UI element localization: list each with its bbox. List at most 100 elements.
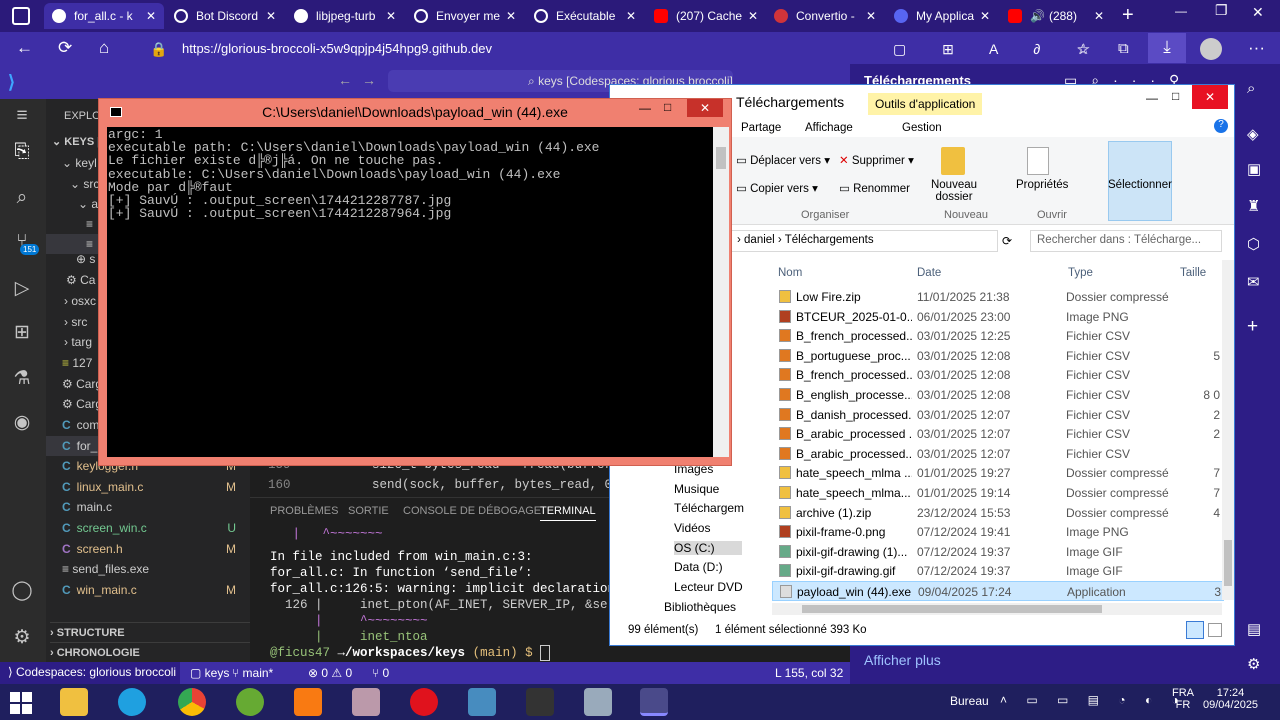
avatar[interactable] xyxy=(1200,38,1222,60)
language-indicator[interactable]: FRA FR xyxy=(1172,687,1194,711)
minimize-button[interactable]: — xyxy=(639,101,651,115)
maximize-button[interactable]: □ xyxy=(664,100,671,114)
remote-indicator[interactable]: ⟩ Codespaces: glorious broccoli xyxy=(0,662,180,684)
chrome-icon[interactable] xyxy=(178,688,206,716)
close-tab-icon[interactable]: ✕ xyxy=(742,9,758,23)
add-icon[interactable]: + xyxy=(1247,316,1258,338)
tab-manage[interactable]: Gestion xyxy=(902,122,942,134)
close-tab-icon[interactable]: ✕ xyxy=(260,9,276,23)
briefcase-icon[interactable]: ▣ xyxy=(1247,160,1261,178)
close-tab-icon[interactable]: ✕ xyxy=(140,9,156,23)
winrar-icon[interactable] xyxy=(352,688,380,716)
tab-terminal[interactable]: TERMINAL xyxy=(540,505,596,521)
nav-dvd[interactable]: Lecteur DVD R xyxy=(674,580,744,594)
file-row[interactable]: B_arabic_processed ... 03/01/2025 12:07 Fi… xyxy=(772,424,1224,444)
new-tab-button[interactable]: + xyxy=(1122,4,1134,27)
maximize-button[interactable]: □ xyxy=(1172,89,1179,103)
extensions-icon[interactable]: ⊞ xyxy=(10,321,34,344)
repo-name[interactable]: ▢ keys xyxy=(190,666,229,680)
maximize-button[interactable]: ❐ xyxy=(1215,2,1228,19)
browser-tab[interactable]: 🔊 (288) ✕ xyxy=(1000,3,1112,29)
show-more-link[interactable]: Afficher plus xyxy=(864,652,941,668)
minimize-button[interactable]: — xyxy=(1146,91,1158,105)
nav-back-icon[interactable]: ← xyxy=(338,72,352,88)
nav-libraries[interactable]: Bibliothèques xyxy=(664,600,736,614)
close-button[interactable]: ✕ xyxy=(1192,85,1228,109)
run-debug-icon[interactable]: ▷ xyxy=(10,277,34,300)
file-row[interactable]: pixil-frame-0.png 07/12/2024 19:41 Image P… xyxy=(772,522,1224,542)
github-icon[interactable]: ◉ xyxy=(10,411,34,434)
panel-icon[interactable]: ▤ xyxy=(1247,620,1261,638)
home-icon[interactable]: ⌂ xyxy=(99,38,109,58)
tab-problems[interactable]: PROBLÈMES xyxy=(270,505,338,517)
start-icon[interactable] xyxy=(10,692,32,714)
column-size[interactable]: Taille xyxy=(1180,267,1206,279)
help-icon[interactable]: ? xyxy=(1214,119,1228,133)
details-view-icon[interactable] xyxy=(1186,621,1204,639)
file-row[interactable]: pixil-gif-drawing.gif 07/12/2024 19:37 Ima… xyxy=(772,561,1224,581)
timeline-section[interactable]: › CHRONOLOGIE xyxy=(50,642,254,662)
nav-videos[interactable]: Vidéos xyxy=(674,521,710,535)
breadcrumb-item[interactable]: › daniel › Téléchargements xyxy=(737,234,874,246)
minecraft-icon[interactable] xyxy=(526,688,554,716)
close-button[interactable]: ✕ xyxy=(1252,4,1264,21)
file-row[interactable]: B_english_processe... 03/01/2025 12:08 Fic… xyxy=(772,385,1224,405)
outline-section[interactable]: › STRUCTURE xyxy=(50,622,254,642)
properties-button[interactable]: Propriétés xyxy=(1016,179,1068,191)
tab-debug-console[interactable]: CONSOLE DE DÉBOGAGE xyxy=(403,505,541,517)
favorites-icon[interactable]: ☆ xyxy=(1077,40,1090,58)
rename-button[interactable]: ▭ Renommer xyxy=(839,181,910,195)
app-icon[interactable] xyxy=(584,688,612,716)
tab-share[interactable]: Partage xyxy=(741,122,781,134)
tiles-view-icon[interactable] xyxy=(1208,623,1222,637)
column-type[interactable]: Type xyxy=(1068,267,1093,279)
close-tab-icon[interactable]: ✕ xyxy=(620,9,636,23)
file-row[interactable]: archive (1).zip 23/12/2024 15:53 Dossier c… xyxy=(772,503,1224,523)
nav-drive-c[interactable]: OS (C:) xyxy=(674,541,742,555)
column-date[interactable]: Date xyxy=(917,267,941,279)
outlook-icon[interactable]: ✉ xyxy=(1247,273,1260,291)
file-row[interactable]: B_french_processed... 03/01/2025 12:25 Fic… xyxy=(772,326,1224,346)
close-tab-icon[interactable]: ✕ xyxy=(1088,9,1104,23)
godot-icon[interactable] xyxy=(468,688,496,716)
cmd-taskbar-icon[interactable] xyxy=(640,688,668,716)
nav-drive-d[interactable]: Data (D:) xyxy=(674,560,723,574)
copy-to-button[interactable]: ▭ Copier vers ▾ xyxy=(736,181,818,195)
close-tab-icon[interactable]: ✕ xyxy=(380,9,396,23)
tag-icon[interactable]: ◈ xyxy=(1247,125,1259,143)
gear-icon[interactable]: ⚙ xyxy=(10,626,34,649)
browser-tab[interactable]: Envoyer me ✕ xyxy=(406,3,524,29)
branch-indicator[interactable]: ⑂ main* xyxy=(232,666,273,680)
search-icon[interactable]: ⌕ xyxy=(10,187,34,209)
delete-button[interactable]: ✕ Supprimer ▾ xyxy=(839,153,914,167)
browser-tab[interactable]: Exécutable ✕ xyxy=(526,3,644,29)
ports-indicator[interactable]: ⑂ 0 xyxy=(372,666,389,680)
tab-actions-icon[interactable] xyxy=(12,7,30,25)
tray-icons[interactable]: ˄ ▭ ▭ ▤ ◔ ◐ ◑ xyxy=(1000,693,1187,707)
desktop-label[interactable]: Bureau xyxy=(950,694,989,708)
games-icon[interactable]: ♜ xyxy=(1247,197,1260,215)
nav-downloads[interactable]: Téléchargeme xyxy=(674,501,744,515)
menu-icon[interactable]: ≡ xyxy=(10,105,34,127)
file-row[interactable]: hate_speech_mlma... 01/01/2025 19:14 Dossi… xyxy=(772,483,1224,503)
file-row[interactable]: B_french_processed... 03/01/2025 12:08 Fic… xyxy=(772,365,1224,385)
close-tab-icon[interactable]: ✕ xyxy=(860,9,876,23)
file-main-c[interactable]: Cmain.c xyxy=(46,497,250,517)
browser-tab[interactable]: My Applica ✕ xyxy=(886,3,998,29)
problems-indicator[interactable]: ⊗ 0 ⚠ 0 xyxy=(308,666,352,680)
nav-music[interactable]: Musique xyxy=(674,482,719,496)
testing-icon[interactable]: ⚗ xyxy=(10,367,34,390)
file-send-files[interactable]: ≡ send_files.exe xyxy=(46,559,250,579)
url-input[interactable]: https://glorious-broccoli-x5w9qpjp4j54hp… xyxy=(140,36,885,60)
refresh-icon[interactable]: ⟳ xyxy=(58,38,72,58)
close-tab-icon[interactable]: ✕ xyxy=(500,9,516,23)
hscrollbar[interactable] xyxy=(772,603,1222,615)
refresh-icon[interactable]: ⟳ xyxy=(1002,234,1012,248)
search-icon[interactable]: ⌕ xyxy=(1247,80,1255,97)
column-name[interactable]: Nom xyxy=(778,267,802,279)
downloads-button[interactable]: ⤓ xyxy=(1148,33,1186,63)
move-to-button[interactable]: ▭ Déplacer vers ▾ xyxy=(736,153,830,167)
explorer-icon[interactable]: ⎘ xyxy=(10,141,34,163)
search-input[interactable]: Rechercher dans : Télécharge... xyxy=(1030,230,1222,252)
file-screen-h[interactable]: Cscreen.h M xyxy=(46,539,250,559)
